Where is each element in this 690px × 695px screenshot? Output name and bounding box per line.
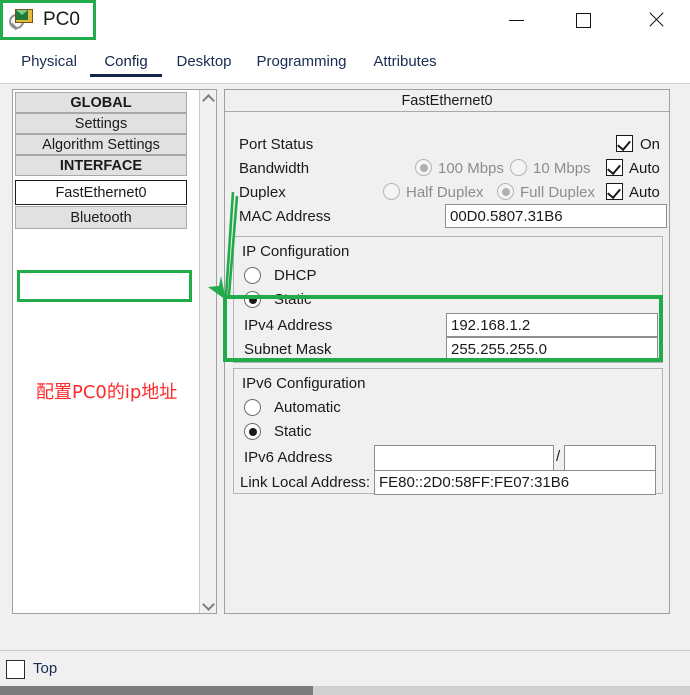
tab-physical[interactable]: Physical: [10, 50, 88, 80]
top-checkbox[interactable]: [6, 660, 25, 679]
horizontal-scrollbar[interactable]: [0, 686, 690, 695]
tab-programming[interactable]: Programming: [244, 50, 359, 80]
link-local-address-field[interactable]: FE80::2D0:58FF:FE07:31B6: [374, 470, 656, 495]
bandwidth-100mbps-radio[interactable]: [415, 159, 432, 176]
ip-static-label: Static: [274, 291, 312, 308]
tab-programming-label: Programming: [256, 53, 347, 70]
ipv6-static-radio[interactable]: [244, 423, 261, 440]
active-tab-underline: [90, 74, 162, 77]
ipv6-automatic-label: Automatic: [274, 399, 341, 416]
sidebar-item-fastethernet0-label: FastEthernet0: [55, 184, 147, 201]
bandwidth-100mbps-label: 100 Mbps: [438, 160, 504, 177]
port-status-label: Port Status: [239, 136, 314, 153]
sidebar-item-settings[interactable]: Settings: [15, 113, 187, 134]
panel-title: FastEthernet0: [225, 90, 669, 112]
duplex-label: Duplex: [239, 184, 286, 201]
window-title-group: PC0: [0, 0, 96, 40]
config-sidebar: GLOBAL Settings Algorithm Settings INTER…: [12, 89, 217, 614]
ipv6-address-label: IPv6 Address: [244, 449, 333, 466]
port-status-on-checkbox[interactable]: [616, 135, 633, 152]
tab-bar: Physical Config Desktop Programming Attr…: [0, 46, 690, 84]
close-icon: [647, 11, 665, 29]
tab-config-label: Config: [104, 53, 148, 70]
chevron-down-icon: [204, 600, 213, 609]
port-status-on-label: On: [640, 136, 661, 153]
duplex-half-label: Half Duplex: [406, 184, 484, 201]
horizontal-scrollbar-thumb[interactable]: [0, 686, 313, 695]
tab-attributes[interactable]: Attributes: [359, 50, 451, 80]
window-title-bar: PC0: [0, 0, 690, 46]
bandwidth-10mbps-radio[interactable]: [510, 159, 527, 176]
ipv6-static-label: Static: [274, 423, 312, 440]
duplex-auto-checkbox[interactable]: [606, 183, 623, 200]
ipv6-automatic-radio[interactable]: [244, 399, 261, 416]
ipv6-prefix-field[interactable]: [564, 445, 656, 471]
tab-config[interactable]: Config: [88, 50, 164, 80]
sidebar-scroll-up-button[interactable]: [200, 90, 217, 107]
tab-desktop-label: Desktop: [176, 53, 232, 70]
bottom-bar: Top: [0, 650, 690, 686]
minimize-icon: [508, 19, 524, 21]
tab-physical-label: Physical: [21, 53, 77, 70]
ipv4-address-label: IPv4 Address: [244, 317, 333, 334]
sidebar-scrollbar[interactable]: [199, 90, 216, 613]
tab-attributes-label: Attributes: [373, 53, 437, 70]
sidebar-item-algorithm-settings[interactable]: Algorithm Settings: [15, 134, 187, 155]
ip-static-radio[interactable]: [244, 291, 261, 308]
ip-dhcp-label: DHCP: [274, 267, 317, 284]
sidebar-item-settings-label: Settings: [74, 115, 128, 132]
link-local-address-label: Link Local Address:: [240, 474, 371, 491]
sidebar-item-global-label: GLOBAL: [70, 94, 132, 111]
ipv6-configuration-group: IPv6 Configuration Automatic Static IPv6…: [233, 368, 663, 495]
sidebar-item-bluetooth-label: Bluetooth: [70, 209, 132, 226]
sidebar-item-interface-label: INTERFACE: [59, 157, 143, 174]
subnet-mask-label: Subnet Mask: [244, 341, 332, 358]
sidebar-item-bluetooth[interactable]: Bluetooth: [15, 206, 187, 229]
sidebar-scroll-down-button[interactable]: [200, 596, 217, 613]
ipv6-configuration-legend: IPv6 Configuration: [242, 375, 366, 392]
chevron-up-icon: [204, 94, 213, 103]
duplex-full-label: Full Duplex: [520, 184, 596, 201]
mac-address-label: MAC Address: [239, 208, 331, 225]
duplex-auto-label: Auto: [629, 184, 660, 201]
interface-config-panel: FastEthernet0 Port Status On Bandwidth 1…: [223, 89, 670, 614]
bandwidth-auto-checkbox[interactable]: [606, 159, 623, 176]
top-checkbox-label: Top: [33, 660, 58, 677]
tab-desktop[interactable]: Desktop: [164, 50, 244, 80]
ip-configuration-legend: IP Configuration: [242, 243, 350, 260]
duplex-half-radio[interactable]: [383, 183, 400, 200]
bandwidth-auto-label: Auto: [629, 160, 660, 177]
ipv6-address-field[interactable]: [374, 445, 554, 471]
sidebar-item-global: GLOBAL: [15, 92, 187, 113]
subnet-mask-field[interactable]: 255.255.255.0: [446, 337, 658, 361]
sidebar-item-algorithm-settings-label: Algorithm Settings: [42, 136, 160, 153]
config-body: GLOBAL Settings Algorithm Settings INTER…: [0, 84, 690, 650]
ipv4-address-field[interactable]: 192.168.1.2: [446, 313, 658, 337]
annotation-label: 配置PC0的ip地址: [36, 382, 178, 403]
duplex-full-radio[interactable]: [497, 183, 514, 200]
packet-tracer-inspect-icon: [9, 7, 35, 33]
ipv6-prefix-separator: /: [556, 448, 561, 465]
maximize-button[interactable]: [560, 0, 606, 40]
ip-configuration-group: IP Configuration DHCP Static IPv4 Addres…: [233, 236, 663, 363]
sidebar-item-interface: INTERFACE: [15, 155, 187, 176]
ip-dhcp-radio[interactable]: [244, 267, 261, 284]
sidebar-item-fastethernet0[interactable]: FastEthernet0: [15, 180, 187, 205]
bandwidth-10mbps-label: 10 Mbps: [533, 160, 591, 177]
bandwidth-label: Bandwidth: [239, 160, 310, 177]
maximize-icon: [575, 12, 591, 28]
window-title: PC0: [43, 9, 80, 30]
minimize-button[interactable]: [493, 0, 539, 40]
close-button[interactable]: [633, 0, 679, 40]
mac-address-field[interactable]: 00D0.5807.31B6: [445, 204, 667, 228]
